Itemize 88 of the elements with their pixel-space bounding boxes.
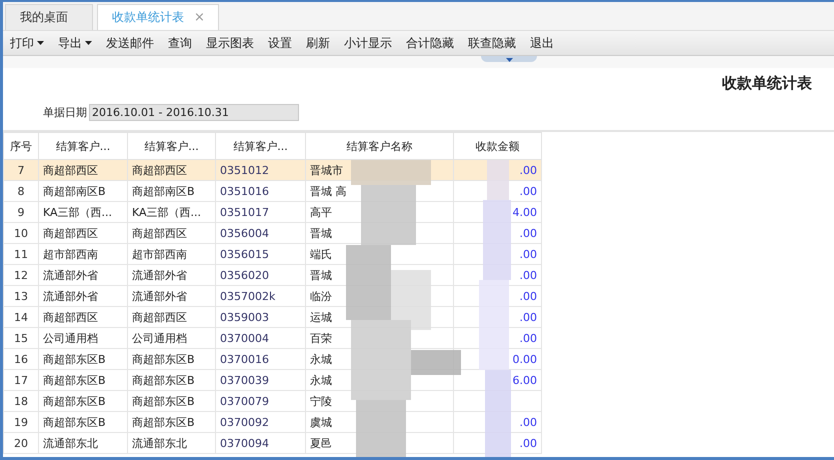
table-cell: 商超部西区 (128, 306, 216, 328)
table-cell: 7 (4, 160, 38, 180)
table-cell: 公司通用档 (128, 328, 216, 348)
table-cell: 超市部西南 (38, 244, 128, 264)
column-header[interactable]: 结算客户... (38, 132, 128, 160)
table-cell: 0359003 (216, 306, 306, 328)
table-cell: 商超部东区B (38, 412, 128, 432)
table-cell: 商超部东区B (38, 370, 128, 390)
toolbar-button[interactable]: 发送邮件 (99, 34, 161, 52)
table-cell: 13 (4, 286, 38, 306)
table-cell: 0351012 (216, 160, 306, 180)
column-header[interactable]: 序号 (4, 132, 38, 160)
table-cell: 18 (4, 390, 38, 412)
table-row[interactable]: 9 KA三部（西... KA三部（西... 0351017 高平 4.00 (4, 202, 834, 222)
table-cell: 0370079 (216, 390, 306, 412)
toolbar-button[interactable]: 退出 (523, 34, 561, 52)
toolbar-button[interactable]: 查询 (161, 34, 199, 52)
table-cell: 0370094 (216, 432, 306, 454)
table-cell: 0356020 (216, 264, 306, 286)
table-cell: 20 (4, 432, 38, 454)
table-row[interactable]: 15 公司通用档 公司通用档 0370004 百荣 .00 (4, 328, 834, 348)
table-cell: 11 (4, 244, 38, 264)
table-cell: 商超部西区 (38, 160, 128, 180)
table-cell: 商超部西区 (38, 222, 128, 244)
table-cell: 0351016 (216, 180, 306, 202)
field-label: 单据日期 (43, 104, 87, 120)
table-cell: 流通部东北 (128, 432, 216, 454)
table-cell: 12 (4, 264, 38, 286)
tab[interactable]: 我的桌面 (5, 4, 93, 30)
table-cell: 0370039 (216, 370, 306, 390)
toolbar-button[interactable]: 刷新 (299, 34, 337, 52)
table-cell: KA三部（西... (38, 202, 128, 222)
table-cell: 商超部南区B (38, 180, 128, 202)
table-cell: 流通部外省 (38, 286, 128, 306)
table-cell: 8 (4, 180, 38, 202)
toolbar-button[interactable]: 合计隐藏 (399, 34, 461, 52)
table-row[interactable]: 19 商超部东区B 商超部东区B 0370092 虞城 .00 (4, 412, 834, 432)
toolbar-button[interactable]: 导出 (51, 34, 99, 52)
table-cell: 商超部东区B (128, 348, 216, 370)
table-row[interactable]: 18 商超部东区B 商超部东区B 0370079 宁陵 (4, 390, 834, 412)
table-cell: 9 (4, 202, 38, 222)
table-cell: 15 (4, 328, 38, 348)
table-cell: 0357002k (216, 286, 306, 306)
table-cell: 商超部东区B (38, 390, 128, 412)
table-cell: 17 (4, 370, 38, 390)
table-cell: 流通部外省 (38, 264, 128, 286)
table-cell: 商超部西区 (128, 160, 216, 180)
toolbar-button[interactable]: 打印 (3, 34, 51, 52)
table-cell: 商超部西区 (128, 222, 216, 244)
table-cell: 商超部东区B (128, 390, 216, 412)
toolbar-button[interactable]: 设置 (261, 34, 299, 52)
table-row[interactable]: 14 商超部西区 商超部西区 0359003 运城 .00 (4, 306, 834, 328)
table-cell: 商超部南区B (128, 180, 216, 202)
table-cell: 0370004 (216, 328, 306, 348)
collapse-handle[interactable] (481, 56, 537, 62)
column-header[interactable]: 结算客户... (216, 132, 306, 160)
table-row[interactable]: 11 超市部西南 超市部西南 0356015 端氏 .00 (4, 244, 834, 264)
table-row[interactable]: 10 商超部西区 商超部西区 0356004 晋城 .00 (4, 222, 834, 244)
table-cell: 超市部西南 (128, 244, 216, 264)
date-range-field[interactable]: 2016.10.01 - 2016.10.31 (89, 104, 299, 120)
table-cell: 0356015 (216, 244, 306, 264)
column-header[interactable]: 收款金额 (454, 132, 542, 160)
table-cell: 流通部东北 (38, 432, 128, 454)
toolbar-button[interactable]: 小计显示 (337, 34, 399, 52)
toolbar-button[interactable]: 显示图表 (199, 34, 261, 52)
table-cell: 流通部外省 (128, 264, 216, 286)
table-cell: 0351017 (216, 202, 306, 222)
toolbar-button[interactable]: 联查隐藏 (461, 34, 523, 52)
table-row[interactable]: 20 流通部东北 流通部东北 0370094 夏邑 .00 (4, 432, 834, 454)
table-cell: KA三部（西... (128, 202, 216, 222)
report-title: 收款单统计表 (722, 74, 812, 94)
table-cell: 商超部东区B (38, 348, 128, 370)
table-cell: 16 (4, 348, 38, 370)
table-cell: 0356004 (216, 222, 306, 244)
column-header[interactable]: 结算客户... (128, 132, 216, 160)
table-cell: 10 (4, 222, 38, 244)
table-cell: 商超部西区 (38, 306, 128, 328)
table-cell: 公司通用档 (38, 328, 128, 348)
table-cell: 流通部外省 (128, 286, 216, 306)
table-cell: 0370016 (216, 348, 306, 370)
table-cell: 0370092 (216, 412, 306, 432)
table-row[interactable]: 17 商超部东区B 商超部东区B 0370039 永城 6.00 (4, 370, 834, 390)
table-cell: 商超部东区B (128, 412, 216, 432)
table-row[interactable]: 8 商超部南区B 商超部南区B 0351016 晋城 高 .00 (4, 180, 834, 202)
table-cell: 商超部东区B (128, 370, 216, 390)
column-header[interactable]: 结算客户名称 (306, 132, 454, 160)
table-cell: 19 (4, 412, 38, 432)
table-cell: 14 (4, 306, 38, 328)
